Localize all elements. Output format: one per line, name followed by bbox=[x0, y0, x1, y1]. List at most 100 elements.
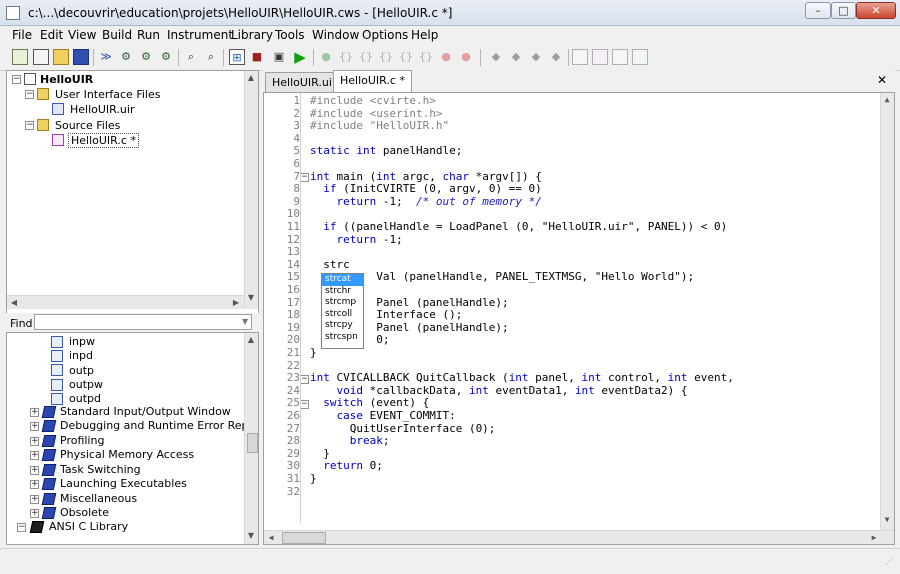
expand-toggle[interactable]: + bbox=[30, 437, 39, 446]
scroll-right-icon[interactable]: ▶ bbox=[230, 298, 242, 307]
collapse-toggle[interactable]: − bbox=[17, 523, 26, 532]
scroll-up-icon[interactable]: ▲ bbox=[245, 335, 257, 344]
dropdown-arrow-icon[interactable]: ▼ bbox=[242, 317, 248, 326]
vertical-scrollbar[interactable]: ▲ ▼ bbox=[244, 333, 258, 544]
collapse-toggle[interactable]: − bbox=[12, 75, 21, 84]
autocomplete-popup[interactable]: strcat strchr strcmp strcoll strcpy strc… bbox=[321, 273, 364, 349]
expand-toggle[interactable]: + bbox=[30, 466, 39, 475]
build-icon[interactable]: ⚙ bbox=[118, 49, 134, 65]
new-file-icon[interactable] bbox=[33, 49, 49, 65]
function-panel-icon[interactable] bbox=[592, 49, 608, 65]
autocomplete-item[interactable]: strcmp bbox=[322, 297, 363, 309]
autocomplete-item[interactable]: strcat bbox=[322, 274, 363, 286]
code-line[interactable]: #include <cvirte.h> bbox=[310, 94, 436, 108]
scroll-down-icon[interactable]: ▼ bbox=[245, 531, 257, 540]
code-line[interactable]: } bbox=[310, 346, 317, 360]
terminate-icon[interactable]: {} bbox=[418, 49, 434, 65]
library-panel-icon[interactable] bbox=[632, 49, 648, 65]
resize-grip-icon[interactable]: ⋰ bbox=[885, 557, 894, 567]
library-function[interactable]: inpd bbox=[69, 349, 93, 362]
fold-toggle[interactable]: − bbox=[300, 173, 309, 182]
step-out-icon[interactable]: {} bbox=[378, 49, 394, 65]
code-line[interactable]: return 0; bbox=[310, 460, 383, 473]
library-item[interactable]: Debugging and Runtime Error Reporting bbox=[60, 419, 258, 432]
watch-icon[interactable]: ◆ bbox=[528, 49, 544, 65]
go-to-cursor-icon[interactable]: {} bbox=[398, 49, 414, 65]
fold-toggle[interactable]: − bbox=[300, 400, 309, 409]
configuration-icon[interactable]: ▣ bbox=[271, 49, 287, 65]
new-project-icon[interactable] bbox=[12, 49, 28, 65]
code-line[interactable]: return -1; /* out of memory */ bbox=[310, 195, 542, 209]
scroll-right-icon[interactable]: ▶ bbox=[868, 533, 880, 542]
vertical-scrollbar[interactable]: ▲ ▼ bbox=[880, 93, 894, 530]
scroll-left-icon[interactable]: ◀ bbox=[8, 298, 20, 307]
scroll-up-icon[interactable]: ▲ bbox=[881, 95, 893, 104]
collapse-toggle[interactable]: − bbox=[25, 121, 34, 130]
menu-run[interactable]: Run bbox=[137, 28, 160, 42]
debug-icon[interactable]: ⊞ bbox=[229, 49, 245, 65]
project-root[interactable]: HelloUIR bbox=[40, 73, 93, 86]
find-icon[interactable]: ⌕ bbox=[183, 49, 199, 65]
minimize-button[interactable]: – bbox=[805, 2, 831, 19]
menu-file[interactable]: File bbox=[12, 28, 32, 42]
code-area[interactable]: #include <cvirte.h> #include <userint.h> #… bbox=[310, 93, 880, 523]
scroll-down-icon[interactable]: ▼ bbox=[245, 293, 257, 302]
library-item[interactable]: Task Switching bbox=[60, 463, 141, 476]
autocomplete-item[interactable]: strcpy bbox=[322, 320, 363, 332]
scroll-left-icon[interactable]: ◀ bbox=[265, 533, 277, 542]
break-icon[interactable]: ● bbox=[458, 49, 474, 65]
autocomplete-item[interactable]: strcspn bbox=[322, 332, 363, 344]
library-item[interactable]: Physical Memory Access bbox=[60, 448, 194, 461]
close-tab-icon[interactable]: ✕ bbox=[877, 73, 887, 87]
expand-toggle[interactable]: + bbox=[30, 495, 39, 504]
menu-edit[interactable]: Edit bbox=[40, 28, 63, 42]
autocomplete-item[interactable]: strchr bbox=[322, 286, 363, 298]
expand-toggle[interactable]: + bbox=[30, 408, 39, 417]
menu-window[interactable]: Window bbox=[312, 28, 359, 42]
menu-tools[interactable]: Tools bbox=[275, 28, 305, 42]
scroll-thumb[interactable] bbox=[247, 433, 258, 453]
menu-build[interactable]: Build bbox=[102, 28, 132, 42]
compile-icon[interactable]: ≫ bbox=[98, 49, 114, 65]
ansi-c-library[interactable]: ANSI C Library bbox=[49, 520, 128, 533]
code-line[interactable]: return -1; bbox=[310, 233, 403, 247]
rebuild-icon[interactable]: ⚙ bbox=[158, 49, 174, 65]
code-line[interactable]: int CVICALLBACK QuitCallback (int panel,… bbox=[310, 371, 734, 385]
stop-icon[interactable]: ● bbox=[438, 49, 454, 65]
close-button[interactable]: ✕ bbox=[856, 2, 896, 19]
code-line[interactable]: break; bbox=[310, 434, 390, 448]
scroll-thumb[interactable] bbox=[282, 532, 326, 544]
library-function[interactable]: outpw bbox=[69, 378, 103, 391]
expand-toggle[interactable]: + bbox=[30, 480, 39, 489]
horizontal-scrollbar[interactable]: ◀ ▶ bbox=[7, 295, 244, 309]
variables-icon[interactable]: ◆ bbox=[548, 49, 564, 65]
find-in-files-icon[interactable]: ⌕ bbox=[203, 49, 219, 65]
continue-icon[interactable]: ● bbox=[318, 49, 334, 65]
tab-c-file[interactable]: HelloUIR.c * bbox=[333, 70, 412, 92]
folder-source-files[interactable]: Source Files bbox=[55, 119, 120, 132]
horizontal-scrollbar[interactable]: ◀ ▶ bbox=[264, 530, 894, 544]
library-item[interactable]: Obsolete bbox=[60, 506, 109, 519]
file-uir[interactable]: HelloUIR.uir bbox=[70, 103, 134, 116]
expand-toggle[interactable]: + bbox=[30, 422, 39, 431]
code-line[interactable]: Val (panelHandle, PANEL_TEXTMSG, "Hello … bbox=[310, 271, 694, 284]
build-tools-icon[interactable]: ⚙ bbox=[138, 49, 154, 65]
save-icon[interactable] bbox=[73, 49, 89, 65]
library-item[interactable]: Profiling bbox=[60, 434, 104, 447]
fold-toggle[interactable]: − bbox=[300, 375, 309, 384]
code-line[interactable]: } bbox=[310, 472, 317, 486]
library-function[interactable]: outpd bbox=[69, 392, 101, 405]
toggle-breakpoint-icon[interactable]: ◆ bbox=[488, 49, 504, 65]
step-into-icon[interactable]: {} bbox=[358, 49, 374, 65]
menu-view[interactable]: View bbox=[68, 28, 96, 42]
library-function[interactable]: outp bbox=[69, 364, 94, 377]
panel-icon[interactable] bbox=[572, 49, 588, 65]
run-icon[interactable]: ▶ bbox=[292, 49, 308, 65]
vertical-scrollbar[interactable]: ▲ ▼ bbox=[244, 71, 258, 309]
collapse-toggle[interactable]: − bbox=[25, 90, 34, 99]
code-line[interactable]: case EVENT_COMMIT: bbox=[310, 409, 456, 423]
scroll-down-icon[interactable]: ▼ bbox=[881, 515, 893, 524]
expand-toggle[interactable]: + bbox=[30, 509, 39, 518]
scroll-up-icon[interactable]: ▲ bbox=[245, 73, 257, 82]
expand-toggle[interactable]: + bbox=[30, 451, 39, 460]
